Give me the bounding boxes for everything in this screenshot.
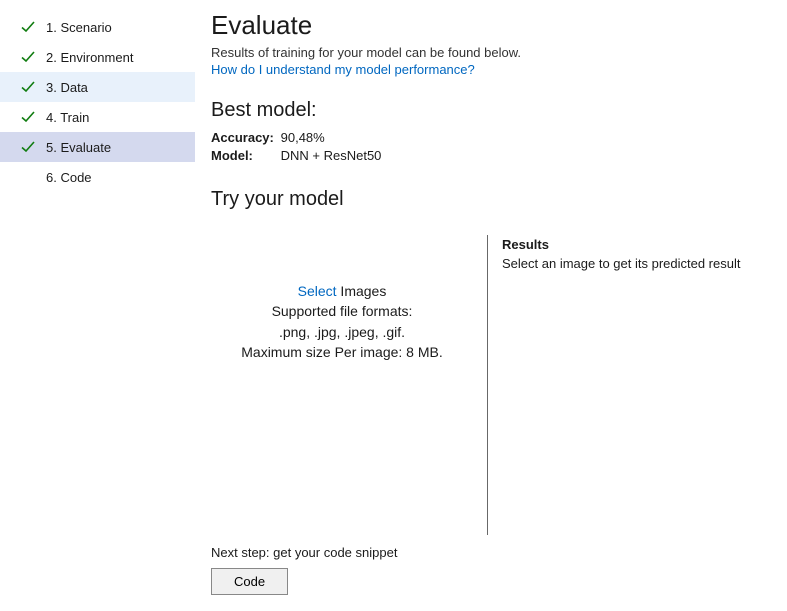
sidebar-item-code[interactable]: 6. Code <box>0 162 195 192</box>
check-icon <box>20 49 36 65</box>
blank-icon <box>20 169 36 185</box>
select-images-link[interactable]: Select <box>298 283 337 299</box>
max-size-label: Maximum size Per image: 8 MB. <box>211 342 473 362</box>
vertical-divider <box>487 235 488 535</box>
accuracy-label: Accuracy: <box>211 130 277 145</box>
sidebar-item-data[interactable]: 3. Data <box>0 72 195 102</box>
sidebar-item-train[interactable]: 4. Train <box>0 102 195 132</box>
sidebar-item-scenario[interactable]: 1. Scenario <box>0 12 195 42</box>
sidebar-item-label: 6. Code <box>46 170 92 185</box>
wizard-sidebar: 1. Scenario 2. Environment 3. Data 4. Tr… <box>0 0 195 611</box>
check-icon <box>20 79 36 95</box>
footer: Next step: get your code snippet Code <box>211 545 767 595</box>
sidebar-item-environment[interactable]: 2. Environment <box>0 42 195 72</box>
results-placeholder: Select an image to get its predicted res… <box>502 256 767 271</box>
sidebar-item-evaluate[interactable]: 5. Evaluate <box>0 132 195 162</box>
supported-formats-value: .png, .jpg, .jpeg, .gif. <box>211 322 473 342</box>
page-title: Evaluate <box>211 10 767 41</box>
best-model-heading: Best model: <box>211 99 767 122</box>
model-value: DNN + ResNet50 <box>281 148 382 163</box>
accuracy-value: 90,48% <box>281 130 325 145</box>
model-label: Model: <box>211 148 277 163</box>
sidebar-item-label: 1. Scenario <box>46 20 112 35</box>
try-model-heading: Try your model <box>211 188 767 211</box>
sidebar-item-label: 2. Environment <box>46 50 133 65</box>
sidebar-item-label: 4. Train <box>46 110 89 125</box>
check-icon <box>20 139 36 155</box>
metrics-block: Accuracy: 90,48% Model: DNN + ResNet50 <box>211 130 767 166</box>
supported-formats-label: Supported file formats: <box>211 301 473 321</box>
results-heading: Results <box>502 237 767 252</box>
sidebar-item-label: 3. Data <box>46 80 88 95</box>
results-panel: Results Select an image to get its predi… <box>502 223 767 545</box>
check-icon <box>20 109 36 125</box>
image-drop-area[interactable]: Select Images Supported file formats: .p… <box>211 223 473 545</box>
main-panel: Evaluate Results of training for your mo… <box>195 0 787 611</box>
help-link[interactable]: How do I understand my model performance… <box>211 62 767 77</box>
check-icon <box>20 19 36 35</box>
page-subtitle: Results of training for your model can b… <box>211 45 767 60</box>
images-word: Images <box>337 283 387 299</box>
next-step-label: Next step: get your code snippet <box>211 545 767 560</box>
sidebar-item-label: 5. Evaluate <box>46 140 111 155</box>
code-button[interactable]: Code <box>211 568 288 595</box>
